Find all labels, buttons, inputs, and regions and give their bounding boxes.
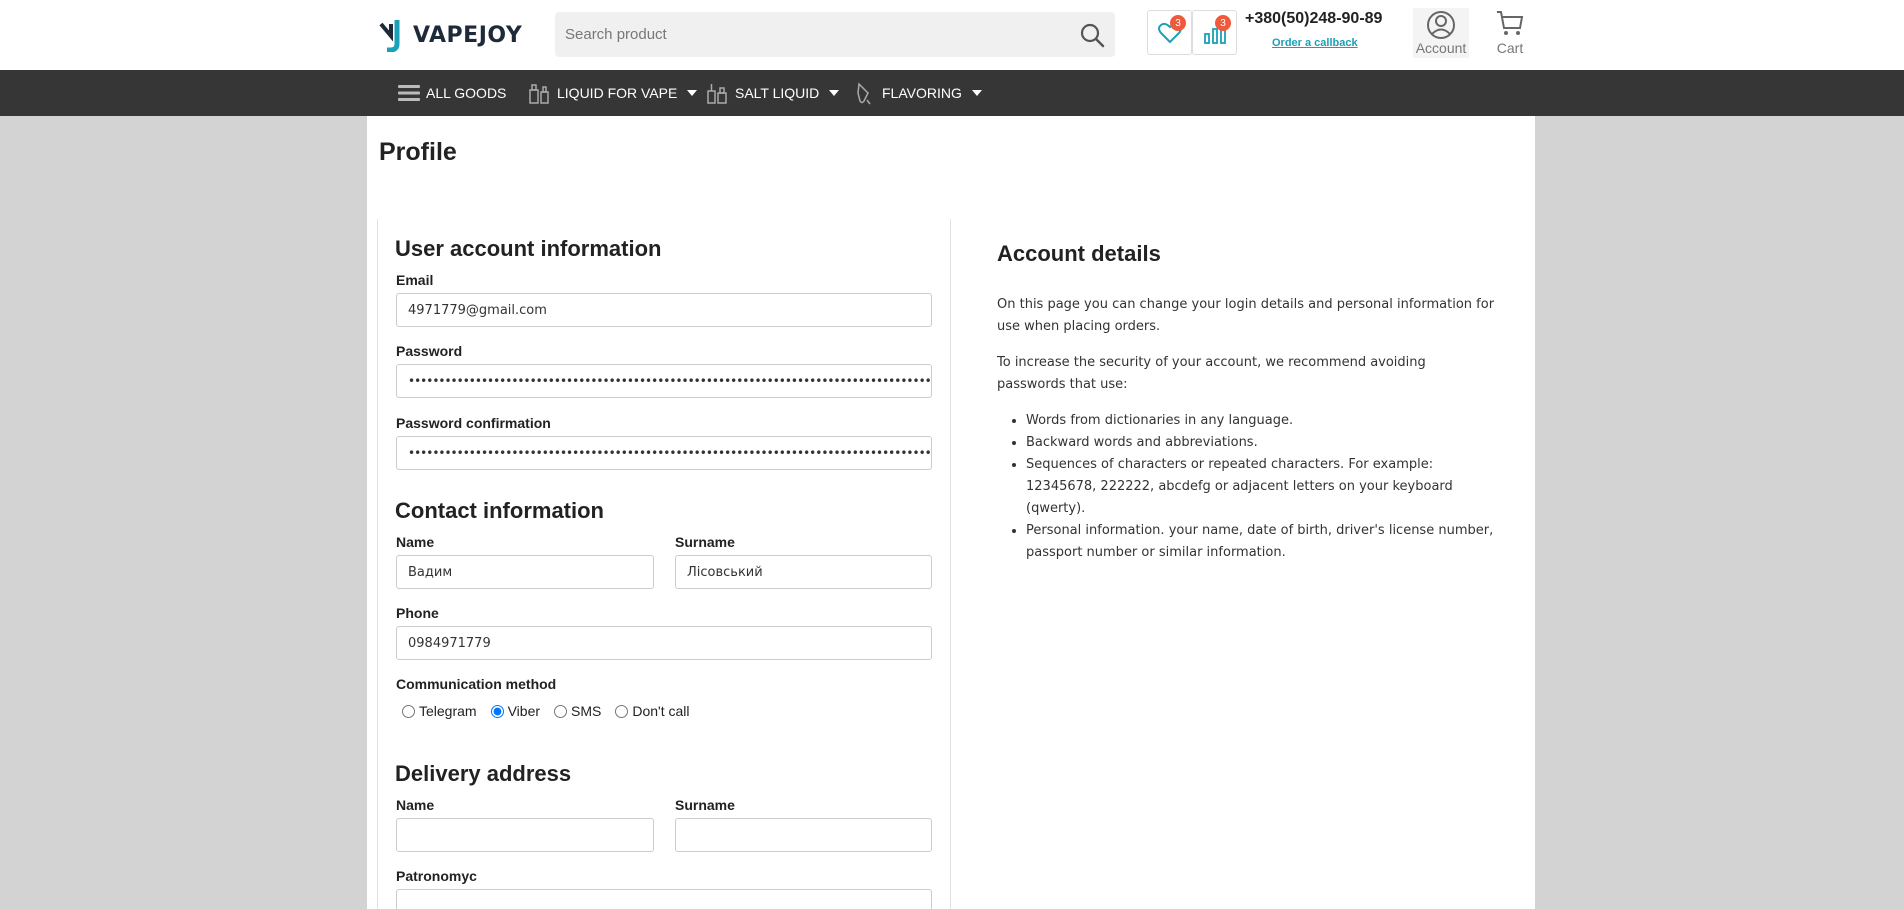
- cart-icon: [1497, 11, 1524, 35]
- radio-telegram[interactable]: Telegram: [402, 703, 477, 719]
- radio-sms[interactable]: SMS: [554, 703, 601, 719]
- communication-method-label: Communication method: [396, 676, 557, 692]
- dropper-icon: [857, 82, 871, 105]
- phone-label: Phone: [396, 605, 439, 621]
- delivery-name-label: Name: [396, 797, 435, 813]
- main-nav: ALL GOODS LIQUID FOR VAPE SALT LIQUID FL…: [0, 70, 1904, 116]
- nav-liquid-for-vape[interactable]: LIQUID FOR VAPE: [527, 70, 698, 116]
- telegram-radio[interactable]: [402, 704, 415, 718]
- liquid-bottle-icon: [529, 84, 549, 104]
- list-item: Words from dictionaries in any language.: [1026, 410, 1497, 432]
- logo[interactable]: VAPEJOY: [379, 18, 522, 52]
- dont-call-radio[interactable]: [615, 704, 629, 718]
- cart-label[interactable]: Cart: [1488, 40, 1532, 56]
- password-confirm-field[interactable]: [396, 436, 932, 470]
- search-input[interactable]: [565, 26, 1065, 43]
- page-title: Profile: [379, 138, 457, 166]
- chevron-down-icon: [687, 90, 698, 96]
- order-callback-link[interactable]: Order a callback: [1272, 37, 1358, 49]
- patronymic-field[interactable]: [396, 889, 932, 909]
- account-details-title: Account details: [997, 241, 1161, 266]
- surname-field[interactable]: [675, 555, 932, 589]
- phone-number[interactable]: +380(50)248-90-89: [1245, 10, 1382, 28]
- sms-label: SMS: [571, 703, 602, 719]
- salt-bottle-icon: [707, 84, 727, 104]
- chevron-down-icon: [829, 90, 840, 96]
- nav-all-goods[interactable]: ALL GOODS: [398, 70, 506, 116]
- user-account-title: User account information: [395, 236, 662, 261]
- password-field[interactable]: [396, 364, 932, 398]
- viber-radio[interactable]: [490, 704, 504, 718]
- logo-text: VAPEJOY: [413, 22, 523, 48]
- patronymic-label: Patronomyc: [396, 868, 477, 884]
- list-item: Personal information. your name, date of…: [1026, 520, 1497, 564]
- contact-info-title: Contact information: [395, 498, 604, 523]
- password-tips-list: Words from dictionaries in any language.…: [997, 410, 1497, 564]
- nav-salt-liquid-label: SALT LIQUID: [735, 85, 820, 101]
- search-bar: [555, 12, 1115, 57]
- list-item: Sequences of characters or repeated char…: [1026, 454, 1497, 520]
- nav-flavoring[interactable]: FLAVORING: [854, 70, 982, 116]
- delivery-surname-label: Surname: [675, 797, 735, 813]
- nav-flavoring-label: FLAVORING: [882, 85, 962, 101]
- name-field[interactable]: [396, 555, 654, 589]
- menu-icon: [398, 85, 420, 101]
- user-icon: [1427, 11, 1455, 39]
- main-content: Profile User account information Email P…: [367, 116, 1535, 909]
- delivery-address-title: Delivery address: [395, 761, 572, 786]
- nav-liquid-for-vape-label: LIQUID FOR VAPE: [557, 85, 678, 101]
- radio-viber[interactable]: Viber: [490, 703, 541, 719]
- account-details-panel: Account details On this page you can cha…: [997, 241, 1497, 564]
- sms-radio[interactable]: [554, 704, 568, 718]
- communication-method-group: Telegram Viber SMS Don't call: [402, 703, 690, 719]
- account-details-intro: On this page you can change your login d…: [997, 297, 1495, 334]
- delivery-name-field[interactable]: [396, 818, 654, 852]
- phone-field[interactable]: [396, 626, 932, 660]
- top-header: VAPEJOY 3 3 +380(50)248-90-89 Order a ca…: [0, 0, 1904, 70]
- wishlist-count-badge: 3: [1170, 15, 1186, 31]
- email-label: Email: [396, 272, 434, 288]
- nav-salt-liquid[interactable]: SALT LIQUID: [705, 70, 840, 116]
- name-label: Name: [396, 534, 435, 550]
- email-field[interactable]: [396, 293, 932, 327]
- password-label: Password: [396, 343, 463, 359]
- search-icon[interactable]: [1079, 22, 1105, 48]
- telegram-label: Telegram: [419, 703, 477, 719]
- list-item: Backward words and abbreviations.: [1026, 432, 1497, 454]
- chevron-down-icon: [971, 90, 982, 96]
- profile-form: User account information Email Password …: [377, 219, 951, 909]
- surname-label: Surname: [675, 534, 735, 550]
- nav-all-goods-label: ALL GOODS: [426, 85, 507, 101]
- logo-mark-icon: [379, 20, 400, 52]
- cart-button[interactable]: [1490, 8, 1530, 43]
- compare-button[interactable]: 3: [1192, 10, 1237, 55]
- password-confirm-label: Password confirmation: [396, 415, 551, 431]
- account-details-security: To increase the security of your account…: [997, 355, 1426, 392]
- delivery-surname-field[interactable]: [675, 818, 932, 852]
- viber-label: Viber: [507, 703, 541, 719]
- compare-count-badge: 3: [1215, 15, 1231, 31]
- radio-dont-call[interactable]: Don't call: [615, 703, 690, 719]
- dont-call-label: Don't call: [632, 703, 690, 719]
- wishlist-button[interactable]: 3: [1147, 10, 1192, 55]
- account-label[interactable]: Account: [1413, 40, 1469, 56]
